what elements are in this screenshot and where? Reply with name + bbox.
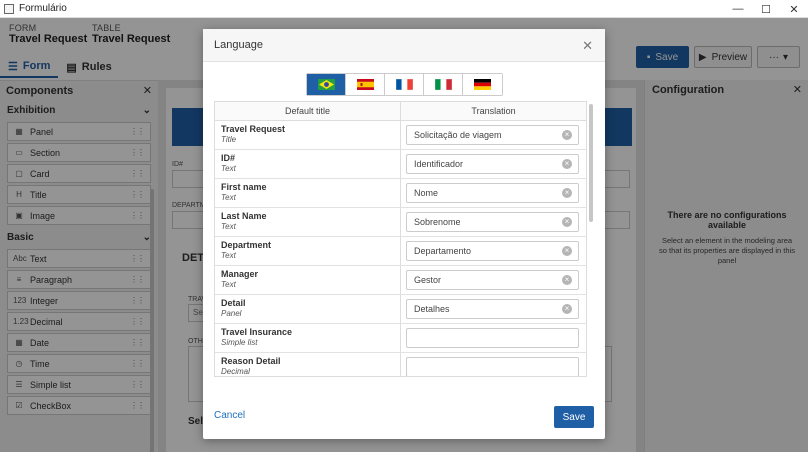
field-type: Text [221,222,236,231]
translation-value: Gestor [414,275,442,285]
clear-icon[interactable]: × [562,304,572,314]
field-name: Travel Request [221,124,286,134]
field-type: Panel [221,309,242,318]
table-row: Department Text Departamento × [215,237,586,266]
window-title: Formulário [19,3,67,14]
minimize-icon[interactable]: — [724,0,752,18]
field-name: Manager [221,269,259,279]
field-type: Text [221,164,236,173]
translation-cell: Solicitação de viagem × [401,121,586,149]
field-type: Title [221,135,237,144]
default-title-cell: Manager Text [215,266,401,294]
default-title-cell: Last Name Text [215,208,401,236]
close-window-icon[interactable]: ✕ [780,0,808,18]
default-title-cell: Travel Request Title [215,121,401,149]
field-name: First name [221,182,267,192]
clear-icon[interactable]: × [562,275,572,285]
table-row: Reason Detail Decimal [215,353,586,376]
italy-flag-icon [434,79,452,90]
translation-input[interactable]: Sobrenome × [406,212,579,232]
field-name: Detail [221,298,246,308]
translation-value: Nome [414,188,439,198]
window-controls: — ☐ ✕ [724,0,808,18]
translation-value: Solicitação de viagem [414,130,502,140]
default-title-cell: Detail Panel [215,295,401,323]
translation-value: Sobrenome [414,217,461,227]
app-icon [4,3,14,14]
translation-cell: Sobrenome × [401,208,586,236]
column-translation: Translation [471,106,516,116]
field-name: ID# [221,153,236,163]
translation-cell: Departamento × [401,237,586,265]
table-row: First name Text Nome × [215,179,586,208]
maximize-icon[interactable]: ☐ [752,0,780,18]
translation-cell: Nome × [401,179,586,207]
close-icon[interactable]: ✕ [582,38,593,54]
translation-input[interactable] [406,357,579,376]
translation-input[interactable]: Nome × [406,183,579,203]
translation-input[interactable]: Solicitação de viagem × [406,125,579,145]
default-title-cell: First name Text [215,179,401,207]
field-name: Last Name [221,211,267,221]
field-type: Decimal [221,367,250,376]
clear-icon[interactable]: × [562,159,572,169]
clear-icon[interactable]: × [562,188,572,198]
translation-cell: Detalhes × [401,295,586,323]
field-name: Department [221,240,272,250]
translation-input[interactable]: Gestor × [406,270,579,290]
translation-value: Detalhes [414,304,450,314]
table-row: Last Name Text Sobrenome × [215,208,586,237]
window-titlebar: Formulário — ☐ ✕ [0,0,808,18]
table-row: ID# Text Identificador × [215,150,586,179]
default-title-cell: Travel Insurance Simple list [215,324,401,352]
table-row: Travel Insurance Simple list [215,324,586,353]
spain-flag-icon [356,79,374,90]
france-flag-icon [395,79,413,90]
translation-cell: Identificador × [401,150,586,178]
table-header: Default title Translation [215,102,586,121]
flag-brazil-button[interactable] [307,74,346,95]
default-title-cell: Department Text [215,237,401,265]
table-row: Detail Panel Detalhes × [215,295,586,324]
flag-germany-button[interactable] [463,74,502,95]
germany-flag-icon [474,79,491,90]
default-title-cell: ID# Text [215,150,401,178]
field-type: Text [221,193,236,202]
table-row: Manager Text Gestor × [215,266,586,295]
translation-value: Departamento [414,246,472,256]
field-type: Simple list [221,338,258,347]
clear-icon[interactable]: × [562,130,572,140]
translation-cell [401,324,586,352]
translation-input[interactable]: Departamento × [406,241,579,261]
field-type: Text [221,280,236,289]
field-name: Reason Detail [221,356,281,366]
brazil-flag-icon [317,79,335,90]
clear-icon[interactable]: × [562,246,572,256]
default-title-cell: Reason Detail Decimal [215,353,401,376]
flag-france-button[interactable] [385,74,424,95]
translation-cell: Gestor × [401,266,586,294]
language-flags [306,73,503,96]
flag-italy-button[interactable] [424,74,463,95]
column-default-title: Default title [215,102,401,120]
translation-input[interactable] [406,328,579,348]
flag-spain-button[interactable] [346,74,385,95]
translation-cell [401,353,586,376]
translation-input[interactable]: Identificador × [406,154,579,174]
clear-icon[interactable]: × [562,217,572,227]
modal-title: Language [214,39,263,51]
language-modal: Language ✕ Default title Translation Tra… [203,29,605,439]
cancel-button[interactable]: Cancel [214,410,245,421]
table-row: Travel Request Title Solicitação de viagem… [215,121,586,150]
table-scrollbar[interactable] [589,104,593,222]
translation-table: Default title Translation Travel Request… [214,101,587,377]
field-type: Text [221,251,236,260]
modal-header: Language ✕ [203,29,605,62]
translation-input[interactable]: Detalhes × [406,299,579,319]
field-name: Travel Insurance [221,327,293,337]
modal-save-button[interactable]: Save [554,406,594,428]
translation-value: Identificador [414,159,464,169]
